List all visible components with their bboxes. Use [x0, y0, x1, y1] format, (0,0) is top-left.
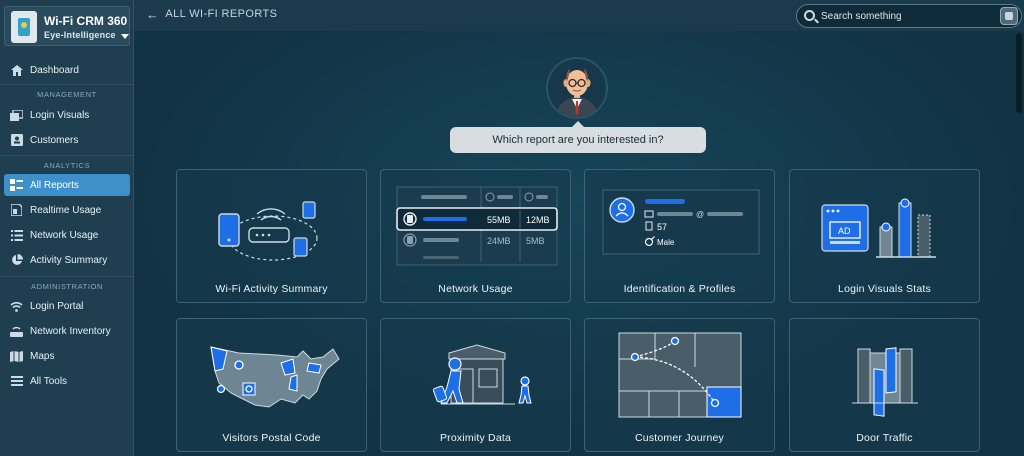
card-title: Visitors Postal Code	[222, 432, 321, 444]
sidebar-item-label: Customers	[30, 134, 79, 146]
card-customer-journey[interactable]: Customer Journey	[584, 318, 775, 452]
sidebar-item-label: Login Portal	[30, 300, 84, 312]
ad-label: AD	[838, 226, 851, 236]
scrollbar[interactable]	[1016, 33, 1022, 113]
card-proximity-data[interactable]: Proximity Data	[380, 318, 571, 452]
age-value: 57	[657, 222, 667, 232]
card-title: Login Visuals Stats	[838, 283, 931, 295]
sidebar-item-dashboard[interactable]: Dashboard	[4, 59, 130, 81]
home-icon	[10, 64, 23, 76]
arrow-left-icon: ←	[146, 6, 160, 22]
card-title: Network Usage	[438, 283, 513, 295]
card-login-visuals-stats[interactable]: AD Login Visuals Stats	[789, 169, 980, 303]
org-name: Eye-Intelligence	[44, 30, 116, 40]
sidebar-item-login-portal[interactable]: Login Portal	[4, 295, 130, 317]
back-label: ALL WI-FI REPORTS	[165, 8, 278, 20]
sidebar-item-label: All Reports	[30, 179, 79, 191]
pie-chart-icon	[10, 254, 23, 266]
sidebar-item-label: Activity Summary	[30, 254, 108, 266]
section-analytics: ANALYTICS	[43, 161, 91, 170]
sidebar-item-label: Network Inventory	[30, 325, 111, 337]
section-administration: ADMINISTRATION	[30, 282, 103, 291]
card-visitors-postal-code[interactable]: Visitors Postal Code	[176, 318, 367, 452]
card-wifi-activity-summary[interactable]: Wi-Fi Activity Summary	[176, 169, 367, 303]
back-link[interactable]: ← ALL WI-FI REPORTS	[146, 6, 278, 22]
menu-icon	[10, 375, 23, 387]
search-bar	[796, 4, 1022, 28]
card-title: Customer Journey	[635, 432, 724, 444]
sidebar-item-customers[interactable]: Customers	[4, 129, 130, 151]
card-title: Proximity Data	[439, 432, 512, 444]
card-title: Wi-Fi Activity Summary	[215, 283, 328, 295]
sidebar-item-realtime-usage[interactable]: Realtime Usage	[4, 199, 130, 221]
card-identification-profiles[interactable]: @ 57 Male Identification & Profiles	[584, 169, 775, 303]
card-door-traffic[interactable]: Door Traffic	[789, 318, 980, 452]
top-bar: ← ALL WI-FI REPORTS	[134, 0, 1024, 31]
sidebar-item-label: Network Usage	[30, 229, 99, 241]
grid-list-icon	[10, 179, 23, 191]
sidebar-item-network-usage[interactable]: Network Usage	[4, 224, 130, 246]
org-switcher[interactable]: Wi-Fi CRM 360 Eye-Intelligence	[4, 6, 130, 46]
report-question: Which report are you interested in?	[450, 121, 706, 153]
section-management: MANAGEMENT	[37, 90, 97, 99]
sidebar-item-label: All Tools	[30, 375, 68, 387]
map-icon	[10, 350, 23, 362]
images-icon	[10, 109, 23, 121]
sidebar-item-maps[interactable]: Maps	[4, 345, 130, 367]
divider	[0, 155, 134, 156]
sidebar-item-activity-summary[interactable]: Activity Summary	[4, 249, 130, 271]
user-avatar-button[interactable]	[1000, 7, 1018, 25]
card-network-usage[interactable]: 55MB 12MB 24MB 5MB Network Usage	[380, 169, 571, 303]
list-icon	[10, 229, 23, 241]
gender-value: Male	[657, 238, 675, 247]
sidebar-item-all-reports[interactable]: All Reports	[4, 174, 130, 196]
row2-upload: 5MB	[526, 236, 545, 246]
row2-download: 24MB	[487, 236, 511, 246]
divider	[0, 276, 134, 277]
contact-card-icon	[10, 134, 23, 146]
card-title: Door Traffic	[856, 432, 913, 444]
sidebar: Wi-Fi CRM 360 Eye-Intelligence Dashboard…	[0, 0, 134, 456]
card-title: Identification & Profiles	[623, 283, 736, 295]
router-icon	[10, 325, 23, 337]
assistant-avatar	[546, 57, 608, 119]
sidebar-item-label: Realtime Usage	[30, 204, 102, 216]
app-logo	[11, 11, 37, 43]
reports-main: Which report are you interested in? Wi-F…	[134, 31, 1024, 456]
email-at-symbol: @	[696, 210, 704, 219]
search-input[interactable]	[821, 9, 991, 24]
app-title: Wi-Fi CRM 360	[44, 14, 128, 28]
divider	[0, 84, 134, 85]
document-icon	[10, 204, 23, 216]
search-icon[interactable]	[804, 10, 815, 21]
row1-download: 55MB	[487, 215, 511, 225]
sidebar-item-network-inventory[interactable]: Network Inventory	[4, 320, 130, 342]
sidebar-item-login-visuals[interactable]: Login Visuals	[4, 104, 130, 126]
sidebar-item-label: Maps	[30, 350, 55, 362]
row1-upload: 12MB	[526, 215, 550, 225]
sidebar-item-label: Dashboard	[30, 64, 79, 76]
sidebar-item-all-tools[interactable]: All Tools	[4, 370, 130, 392]
wifi-icon	[10, 300, 23, 312]
caret-down-icon[interactable]	[121, 34, 129, 39]
sidebar-item-label: Login Visuals	[30, 109, 90, 121]
